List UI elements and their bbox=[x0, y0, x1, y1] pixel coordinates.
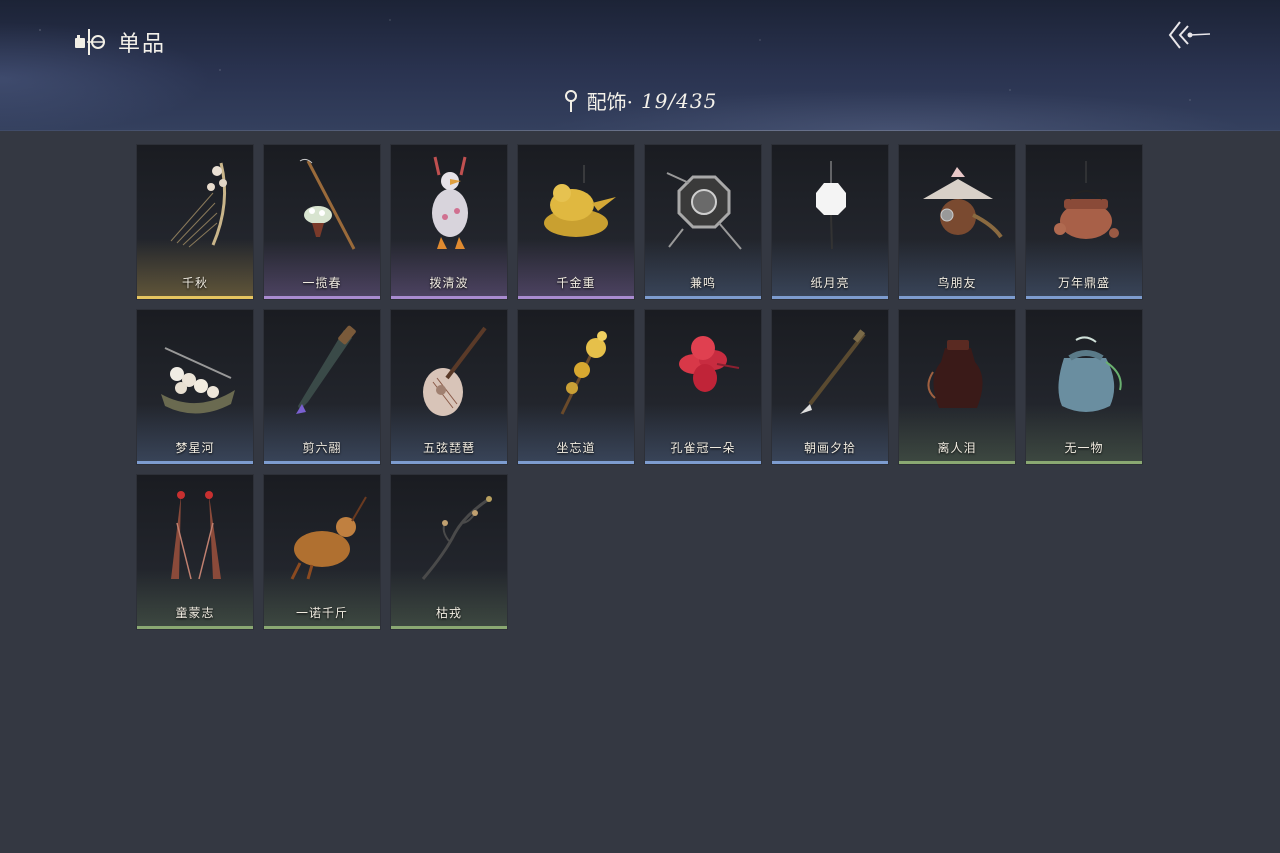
dry-branch-icon bbox=[421, 496, 492, 580]
quality-bar bbox=[772, 296, 888, 299]
page-title: 单品 bbox=[118, 32, 167, 57]
cloth-pouch-icon bbox=[1058, 336, 1122, 412]
quality-bar bbox=[645, 296, 761, 299]
quality-bar bbox=[518, 296, 634, 299]
dagger-icon bbox=[296, 325, 356, 414]
quality-bar bbox=[1026, 296, 1142, 299]
item-card[interactable]: 一揽春 bbox=[263, 144, 381, 300]
item-name: 梦星河 bbox=[175, 441, 215, 455]
brush-icon bbox=[800, 329, 866, 414]
header-divider bbox=[0, 130, 1280, 131]
item-card[interactable]: 童蒙志 bbox=[136, 474, 254, 630]
quality-bar bbox=[137, 626, 253, 629]
item-card[interactable]: 一诺千斤 bbox=[263, 474, 381, 630]
item-card[interactable]: 孔雀冠一朵 bbox=[644, 309, 762, 465]
quality-bar bbox=[899, 461, 1015, 464]
red-flower-icon bbox=[679, 336, 740, 392]
quality-bar bbox=[645, 461, 761, 464]
quality-bar bbox=[899, 296, 1015, 299]
feather-pair-icon bbox=[171, 491, 221, 580]
item-card[interactable]: 梦星河 bbox=[136, 309, 254, 465]
category-header: 配饰· 19/435 bbox=[0, 86, 1280, 115]
cauldron-turtle-icon bbox=[1054, 161, 1119, 239]
item-card[interactable]: 兼鸣 bbox=[644, 144, 762, 300]
quality-bar bbox=[137, 461, 253, 464]
page-title-group: 单品 bbox=[74, 26, 166, 58]
back-arrow-icon[interactable] bbox=[1166, 18, 1212, 52]
paper-moon-icon bbox=[816, 161, 846, 250]
octagon-shield-icon bbox=[666, 172, 742, 250]
item-name: 孔雀冠一朵 bbox=[670, 441, 736, 455]
quality-bar bbox=[772, 461, 888, 464]
item-name: 拨清波 bbox=[429, 276, 469, 290]
item-name: 千金重 bbox=[556, 276, 596, 290]
flower-harp-icon bbox=[170, 162, 227, 248]
item-name: 童蒙志 bbox=[175, 606, 215, 620]
item-name: 鸟朋友 bbox=[937, 276, 977, 290]
item-name: 朝画夕拾 bbox=[803, 441, 856, 455]
item-card[interactable]: 剪六翮 bbox=[263, 309, 381, 465]
item-card[interactable]: 枯戎 bbox=[390, 474, 508, 630]
golden-bird-icon bbox=[544, 165, 616, 237]
item-card[interactable]: 千秋 bbox=[136, 144, 254, 300]
item-name: 剪六翮 bbox=[302, 441, 342, 455]
quality-bar bbox=[264, 461, 380, 464]
category-label: 配饰· bbox=[586, 90, 633, 114]
pin-icon bbox=[564, 89, 577, 112]
item-name: 一诺千斤 bbox=[295, 606, 348, 620]
item-card[interactable]: 无一物 bbox=[1025, 309, 1143, 465]
duck-icon bbox=[432, 156, 468, 249]
golden-flower-staff-icon bbox=[560, 331, 607, 415]
item-grid: 千秋 一揽春 拨清波 千金重 兼鸣 纸月亮 鸟朋友 万年鼎盛梦星河 剪六翮 五弦琵琶 坐忘道 孔雀冠一… bbox=[136, 144, 1143, 630]
wardrobe-icon bbox=[75, 29, 105, 55]
quality-bar bbox=[264, 626, 380, 629]
item-card[interactable]: 坐忘道 bbox=[517, 309, 635, 465]
item-card[interactable]: 纸月亮 bbox=[771, 144, 889, 300]
quality-bar bbox=[137, 296, 253, 299]
pipa-icon bbox=[423, 326, 487, 416]
quality-bar bbox=[518, 461, 634, 464]
item-name: 坐忘道 bbox=[556, 441, 596, 455]
item-name: 千秋 bbox=[181, 276, 208, 290]
item-card[interactable]: 离人泪 bbox=[898, 309, 1016, 465]
item-name: 无一物 bbox=[1064, 441, 1104, 455]
item-name: 万年鼎盛 bbox=[1057, 276, 1110, 290]
category-count: 19/435 bbox=[640, 88, 718, 113]
item-card[interactable]: 拨清波 bbox=[390, 144, 508, 300]
quality-bar bbox=[391, 626, 507, 629]
item-card[interactable]: 五弦琵琶 bbox=[390, 309, 508, 465]
item-name: 五弦琵琶 bbox=[422, 441, 475, 455]
quality-bar bbox=[264, 296, 380, 299]
flower-basket-pole-icon bbox=[299, 158, 356, 250]
item-name: 枯戎 bbox=[435, 606, 462, 620]
flower-boat-icon bbox=[161, 347, 235, 414]
item-name: 兼鸣 bbox=[689, 276, 716, 290]
item-card[interactable]: 万年鼎盛 bbox=[1025, 144, 1143, 300]
item-name: 纸月亮 bbox=[810, 276, 850, 290]
quality-bar bbox=[1026, 461, 1142, 464]
bird-house-icon bbox=[923, 167, 1003, 239]
item-name: 一揽春 bbox=[302, 276, 342, 290]
quality-bar bbox=[391, 296, 507, 299]
item-card[interactable]: 朝画夕拾 bbox=[771, 309, 889, 465]
roast-bird-icon bbox=[290, 496, 367, 580]
item-card[interactable]: 鸟朋友 bbox=[898, 144, 1016, 300]
quality-bar bbox=[391, 461, 507, 464]
item-name: 离人泪 bbox=[937, 441, 977, 455]
wine-jar-icon bbox=[927, 340, 983, 408]
item-card[interactable]: 千金重 bbox=[517, 144, 635, 300]
